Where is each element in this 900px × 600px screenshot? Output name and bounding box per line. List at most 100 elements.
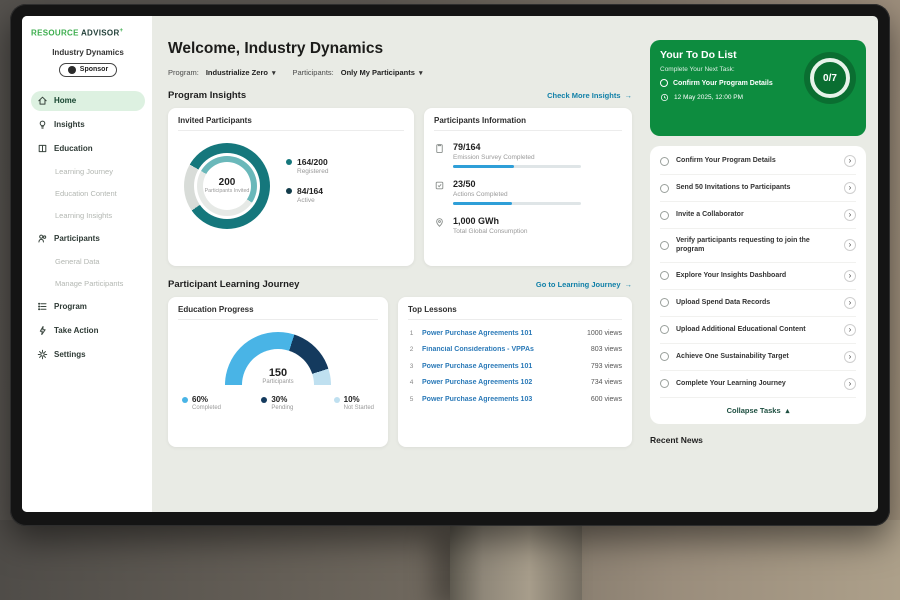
task-checkbox-icon[interactable] bbox=[660, 271, 669, 280]
pending-dot bbox=[261, 397, 267, 403]
chevron-right-icon[interactable]: › bbox=[844, 270, 856, 282]
task-row-upload-spend-data[interactable]: Upload Spend Data Records › bbox=[660, 290, 856, 317]
chevron-up-icon: ▴ bbox=[786, 406, 790, 415]
task-checkbox-icon[interactable] bbox=[660, 79, 668, 87]
sidebar-item-learning-insights[interactable]: Learning Insights bbox=[31, 207, 145, 225]
task-checkbox-icon[interactable] bbox=[660, 184, 669, 193]
task-checkbox-icon[interactable] bbox=[660, 352, 669, 361]
task-row-complete-learning-journey[interactable]: Complete Your Learning Journey › bbox=[660, 371, 856, 398]
main-content: Welcome, Industry Dynamics Program: Indu… bbox=[152, 16, 646, 512]
invited-participants-title: Invited Participants bbox=[178, 116, 404, 131]
task-checkbox-icon[interactable] bbox=[660, 298, 669, 307]
active-dot bbox=[286, 188, 292, 194]
task-checkbox-icon[interactable] bbox=[660, 157, 669, 166]
chevron-right-icon[interactable]: › bbox=[844, 324, 856, 336]
participants-information-title: Participants Information bbox=[434, 116, 622, 131]
task-row-explore-insights[interactable]: Explore Your Insights Dashboard › bbox=[660, 263, 856, 290]
lesson-link[interactable]: Power Purchase Agreements 102 bbox=[422, 379, 584, 386]
actions-progress bbox=[453, 202, 581, 205]
sponsor-badge[interactable]: Sponsor bbox=[59, 63, 117, 77]
registered-dot bbox=[286, 159, 292, 165]
go-to-learning-journey-link[interactable]: Go to Learning Journey → bbox=[536, 280, 632, 289]
task-row-confirm-program-details[interactable]: Confirm Your Program Details › bbox=[660, 148, 856, 175]
sidebar-item-participants[interactable]: Participants bbox=[31, 229, 145, 249]
legend-item-not-started: 10% Not Started bbox=[334, 395, 374, 411]
chevron-right-icon[interactable]: › bbox=[844, 351, 856, 363]
completed-dot bbox=[182, 397, 188, 403]
monitor-stand bbox=[450, 522, 582, 600]
logo-text-primary: RESOURCE bbox=[31, 29, 79, 38]
lesson-link[interactable]: Power Purchase Agreements 103 bbox=[422, 396, 584, 403]
task-row-send-invitations[interactable]: Send 50 Invitations to Participants › bbox=[660, 175, 856, 202]
education-icon bbox=[37, 143, 48, 154]
chevron-right-icon[interactable]: › bbox=[844, 378, 856, 390]
app-logo: RESOURCE ADVISOR+ bbox=[31, 28, 145, 38]
donut-center-label: Participants Invited bbox=[205, 188, 250, 194]
lesson-link[interactable]: Power Purchase Agreements 101 bbox=[422, 363, 584, 370]
sidebar-item-general-data[interactable]: General Data bbox=[31, 253, 145, 271]
section-title-program-insights: Program Insights bbox=[168, 90, 246, 101]
org-name: Industry Dynamics bbox=[31, 48, 145, 57]
task-checkbox-icon[interactable] bbox=[660, 325, 669, 334]
chevron-right-icon[interactable]: › bbox=[844, 209, 856, 221]
task-checkbox-icon[interactable] bbox=[660, 241, 669, 250]
legend-item-registered: 164/200 Registered bbox=[286, 157, 328, 175]
dashboard-screen: RESOURCE ADVISOR+ Industry Dynamics Spon… bbox=[22, 16, 878, 512]
sidebar-item-education[interactable]: Education bbox=[31, 139, 145, 159]
learning-cards: Education Progress 150 Participants bbox=[168, 297, 632, 447]
sidebar-item-education-content[interactable]: Education Content bbox=[31, 185, 145, 203]
sidebar-nav: Home Insights Education Learning Journey… bbox=[31, 91, 145, 365]
clock-icon bbox=[660, 93, 669, 102]
lesson-link[interactable]: Financial Considerations - VPPAs bbox=[422, 346, 584, 353]
consumption-icon bbox=[434, 217, 445, 228]
task-checkbox-icon[interactable] bbox=[660, 379, 669, 388]
arrow-right-icon: → bbox=[625, 280, 633, 289]
emission-survey-row: 79/164 Emission Survey Completed bbox=[434, 142, 622, 168]
task-row-achieve-sustainability-target[interactable]: Achieve One Sustainability Target › bbox=[660, 344, 856, 371]
sidebar-item-home[interactable]: Home bbox=[31, 91, 145, 111]
gauge-center-label: Participants bbox=[225, 379, 331, 385]
sidebar-item-manage-participants[interactable]: Manage Participants bbox=[31, 275, 145, 293]
participants-select[interactable]: Only My Participants ▾ bbox=[341, 68, 423, 77]
learning-journey-header: Participant Learning Journey Go to Learn… bbox=[168, 279, 632, 290]
task-row-upload-educational-content[interactable]: Upload Additional Educational Content › bbox=[660, 317, 856, 344]
task-checkbox-icon[interactable] bbox=[660, 211, 669, 220]
lesson-link[interactable]: Power Purchase Agreements 101 bbox=[422, 330, 580, 337]
take-action-icon bbox=[37, 325, 48, 336]
program-select[interactable]: Industrialize Zero ▾ bbox=[206, 68, 276, 77]
chevron-down-icon: ▾ bbox=[419, 69, 423, 77]
sidebar: RESOURCE ADVISOR+ Industry Dynamics Spon… bbox=[22, 16, 152, 512]
participants-icon bbox=[37, 233, 48, 244]
logo-text-secondary: ADVISOR bbox=[81, 29, 120, 38]
lesson-row: 3 Power Purchase Agreements 101 793 view… bbox=[408, 363, 622, 370]
chevron-right-icon[interactable]: › bbox=[844, 297, 856, 309]
sidebar-item-insights[interactable]: Insights bbox=[31, 115, 145, 135]
recent-news-title: Recent News bbox=[650, 435, 866, 445]
sponsor-badge-label: Sponsor bbox=[80, 66, 108, 73]
task-row-verify-participants[interactable]: Verify participants requesting to join t… bbox=[660, 229, 856, 263]
chevron-right-icon[interactable]: › bbox=[844, 239, 856, 251]
chevron-right-icon[interactable]: › bbox=[844, 155, 856, 167]
education-progress-title: Education Progress bbox=[178, 305, 378, 320]
task-row-invite-collaborator[interactable]: Invite a Collaborator › bbox=[660, 202, 856, 229]
consumption-row: 1,000 GWh Total Global Consumption bbox=[434, 216, 622, 235]
chevron-right-icon[interactable]: › bbox=[844, 182, 856, 194]
todo-progress-ring: 0/7 bbox=[804, 52, 856, 104]
check-more-insights-link[interactable]: Check More Insights → bbox=[547, 91, 632, 100]
sidebar-item-program[interactable]: Program bbox=[31, 297, 145, 317]
logo-plus: + bbox=[120, 28, 124, 34]
sidebar-item-settings[interactable]: Settings bbox=[31, 345, 145, 365]
monitor-frame: RESOURCE ADVISOR+ Industry Dynamics Spon… bbox=[10, 4, 890, 526]
collapse-tasks-button[interactable]: Collapse Tasks ▴ bbox=[660, 398, 856, 422]
invited-participants-card: Invited Participants 200 Participants In… bbox=[168, 108, 414, 266]
sidebar-item-learning-journey[interactable]: Learning Journey bbox=[31, 163, 145, 181]
program-insights-cards: Invited Participants 200 Participants In… bbox=[168, 108, 632, 266]
donut-center-value: 200 bbox=[219, 177, 236, 188]
sidebar-item-take-action[interactable]: Take Action bbox=[31, 321, 145, 341]
lesson-row: 2 Financial Considerations - VPPAs 803 v… bbox=[408, 346, 622, 353]
participants-filter-label: Participants: bbox=[292, 68, 333, 77]
top-lessons-card: Top Lessons 1 Power Purchase Agreements … bbox=[398, 297, 632, 447]
right-panel: Your To Do List Complete Your Next Task:… bbox=[646, 16, 878, 512]
lesson-row: 5 Power Purchase Agreements 103 600 view… bbox=[408, 396, 622, 403]
todo-tasks-card: Confirm Your Program Details › Send 50 I… bbox=[650, 146, 866, 424]
